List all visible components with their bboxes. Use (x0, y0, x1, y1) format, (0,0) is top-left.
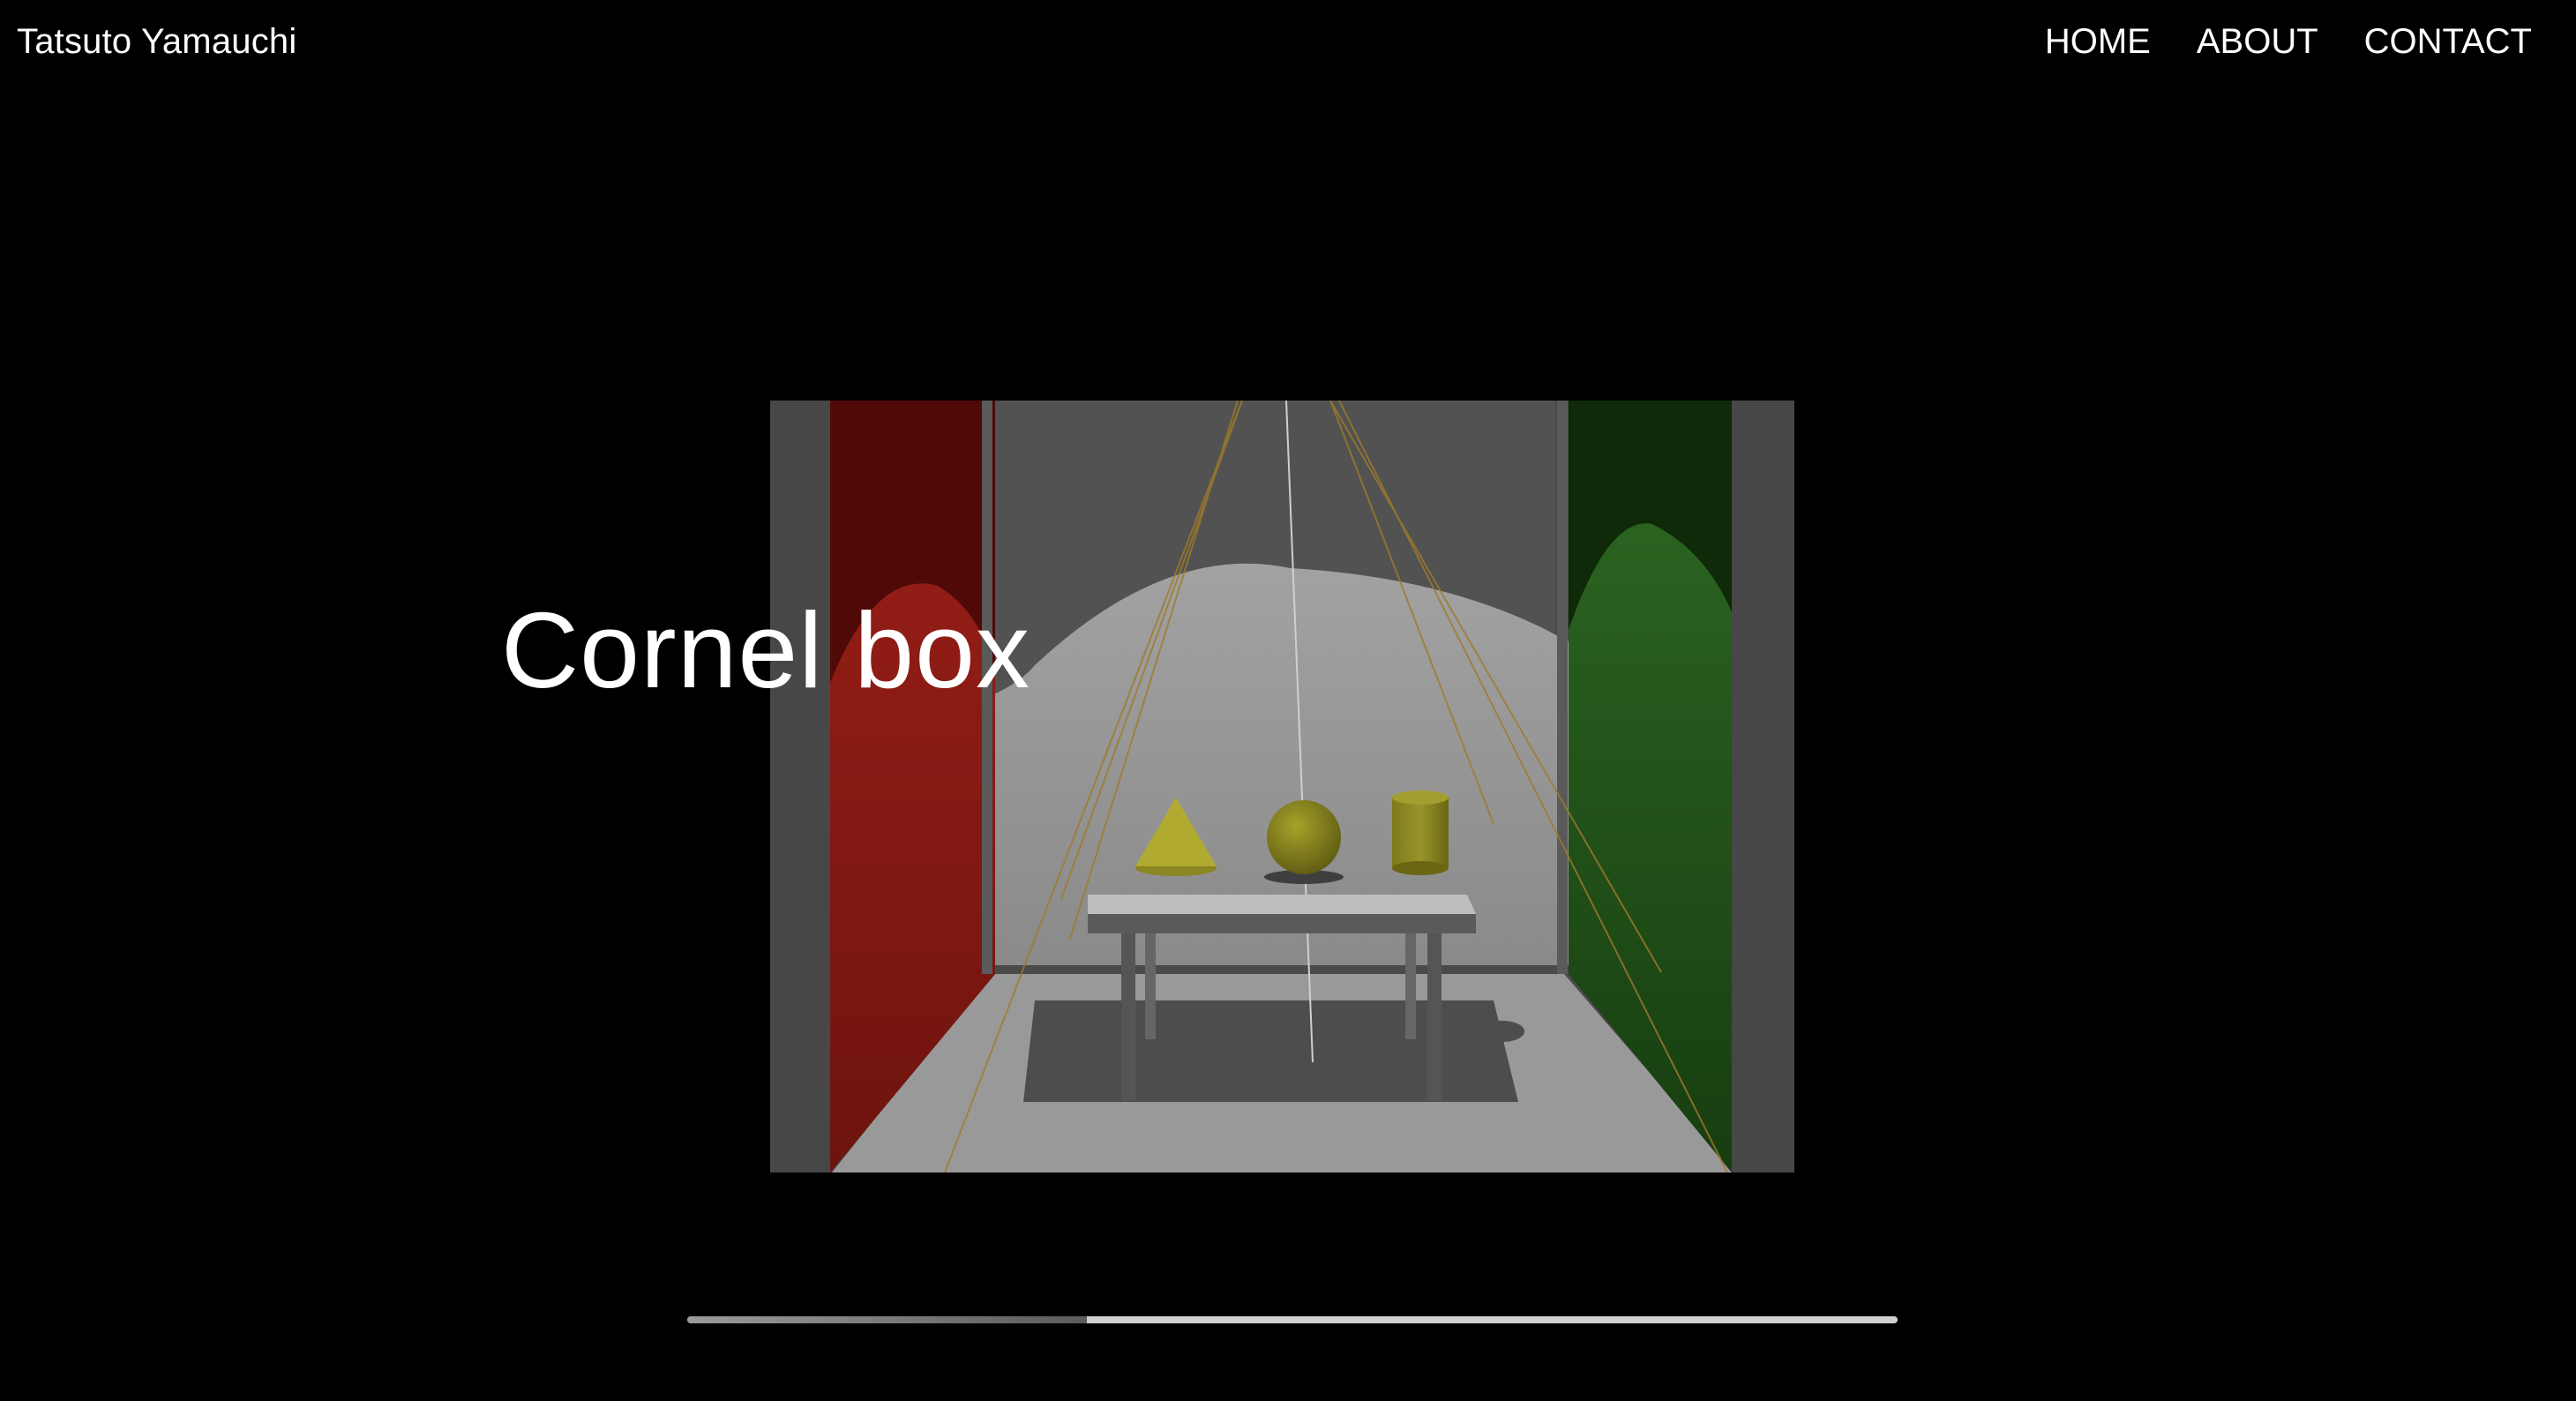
main-nav: HOME ABOUT CONTACT (2045, 19, 2532, 64)
nav-contact-link[interactable]: CONTACT (2364, 19, 2532, 64)
nav-about-link[interactable]: ABOUT (2197, 19, 2318, 64)
cornell-box-render[interactable] (770, 401, 1794, 1172)
slider-progress-fill (687, 1316, 1087, 1323)
slider-progress-bar[interactable] (687, 1316, 1898, 1323)
cornell-box-image (770, 401, 1794, 1172)
slide-title: Cornel box (501, 589, 1030, 710)
site-name-link[interactable]: Tatsuto Yamauchi (17, 19, 296, 64)
nav-home-link[interactable]: HOME (2045, 19, 2151, 64)
